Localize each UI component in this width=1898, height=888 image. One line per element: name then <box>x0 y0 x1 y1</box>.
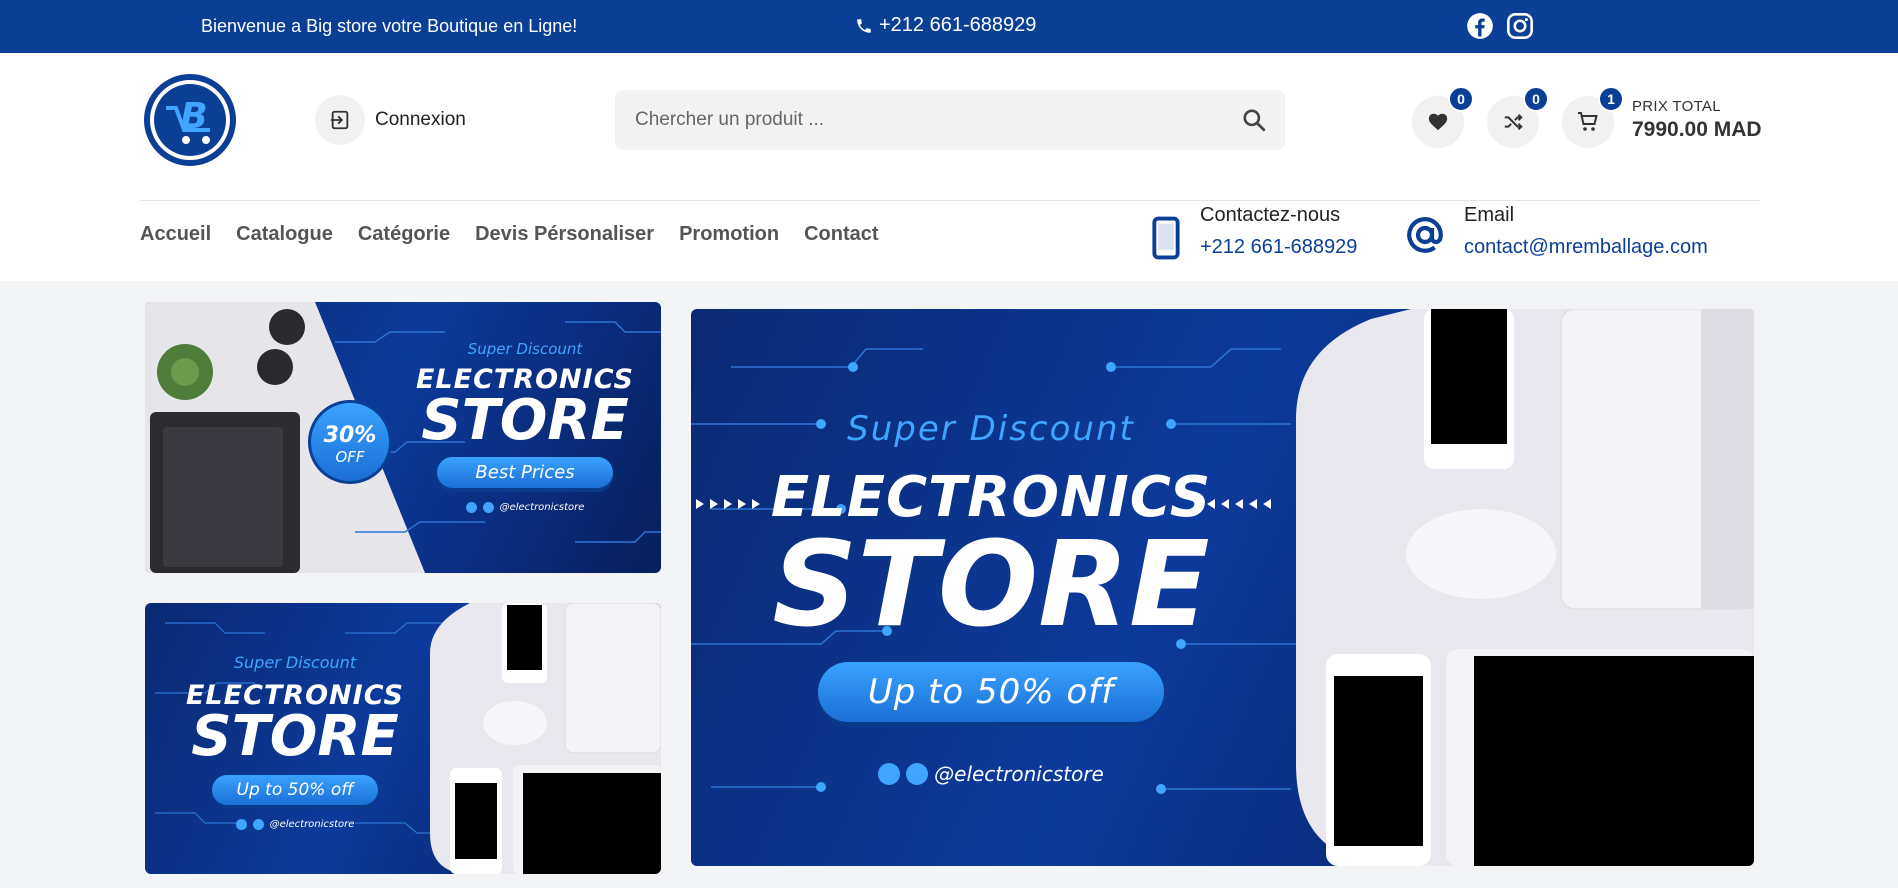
super-discount-label: Super Discount <box>233 653 357 672</box>
banner-main-text: Super Discount ELECTRONICS STORE Up to 5… <box>751 409 1231 786</box>
facebook-icon <box>235 819 247 830</box>
nav-item-catalogue[interactable]: Catalogue <box>236 223 333 246</box>
nav-item-contact[interactable]: Contact <box>804 223 878 246</box>
at-sign-icon <box>1407 217 1443 253</box>
store-heading: STORE <box>191 704 399 769</box>
top-bar: Bienvenue a Big store votre Boutique en … <box>0 0 1898 53</box>
store-logo[interactable]: B <box>144 74 236 166</box>
social-handle-row: @electronicstore <box>155 819 435 830</box>
store-heading: STORE <box>421 388 629 453</box>
discount-badge: 30% OFF <box>308 400 392 484</box>
search-icon[interactable] <box>1241 107 1267 133</box>
nav-item-promotion[interactable]: Promotion <box>679 223 779 246</box>
login-button[interactable]: Connexion <box>315 95 466 145</box>
wishlist-count-badge: 0 <box>1448 86 1474 112</box>
instagram-icon <box>906 763 929 785</box>
cart-icon <box>1578 112 1598 131</box>
facebook-icon <box>465 502 477 513</box>
discount-percent: 30% <box>323 423 377 448</box>
contact-phone-link[interactable]: +212 661-688929 <box>1200 236 1357 259</box>
facebook-icon[interactable] <box>1466 12 1494 40</box>
super-discount-label: Super Discount <box>847 409 1135 449</box>
search-bar <box>615 90 1285 150</box>
compare-count-badge: 0 <box>1523 86 1549 112</box>
top-phone-number: +212 661-688929 <box>879 14 1037 36</box>
heart-icon <box>1428 113 1448 131</box>
mobile-phone-icon <box>1152 216 1180 260</box>
contact-email-link[interactable]: contact@mremballage.com <box>1464 236 1708 259</box>
instagram-icon[interactable] <box>1506 12 1534 40</box>
social-handle: @electronicstore <box>499 502 585 513</box>
login-label: Connexion <box>375 109 466 130</box>
compare-button[interactable]: 0 <box>1487 86 1549 148</box>
login-icon <box>315 95 365 145</box>
discount-off: OFF <box>335 448 365 466</box>
nav-item-accueil[interactable]: Accueil <box>140 223 211 246</box>
site-header: B Connexion 0 0 1 PRIX TOTAL 7990.00 MAD… <box>0 53 1898 281</box>
main-nav: Accueil Catalogue Catégorie Devis Pérson… <box>140 223 879 246</box>
super-discount-label: Super Discount <box>467 340 583 358</box>
promo-banner-left-bottom[interactable]: Super Discount ELECTRONICS STORE Up to 5… <box>145 603 661 874</box>
up-to-50-button[interactable]: Up to 50% off <box>211 775 379 805</box>
contact-email-title: Email <box>1464 204 1515 226</box>
banner-left-top-text: Super Discount ELECTRONICS STORE Best Pr… <box>405 340 645 513</box>
cart-total: PRIX TOTAL 7990.00 MAD <box>1632 98 1762 142</box>
cart-total-value: 7990.00 MAD <box>1632 118 1762 141</box>
facebook-icon <box>878 763 901 785</box>
social-handle-row: @electronicstore <box>405 502 645 513</box>
header-divider <box>140 200 1760 201</box>
contact-email-block: Email contact@mremballage.com <box>1404 204 1708 259</box>
contact-phone-block: Contactez-nous +212 661-688929 <box>1150 204 1357 260</box>
social-handle-row: @electronicstore <box>751 762 1231 786</box>
instagram-icon <box>252 819 264 830</box>
banner-left-bottom-text: Super Discount ELECTRONICS STORE Up to 5… <box>155 653 435 830</box>
promo-banner-left-top[interactable]: 30% OFF Super Discount ELECTRONICS STORE… <box>145 302 661 573</box>
promo-banner-main[interactable]: Super Discount ELECTRONICS STORE Up to 5… <box>691 309 1754 866</box>
nav-item-devis[interactable]: Devis Pérsonaliser <box>475 223 654 246</box>
social-handle: @electronicstore <box>934 762 1104 786</box>
phone-icon <box>857 18 871 33</box>
instagram-icon <box>482 502 494 513</box>
cart-button[interactable]: 1 <box>1562 86 1624 148</box>
best-prices-button[interactable]: Best Prices <box>437 457 613 488</box>
contact-phone-title: Contactez-nous <box>1200 204 1341 226</box>
social-handle: @electronicstore <box>269 819 355 830</box>
shuffle-icon <box>1504 113 1523 131</box>
cart-count-badge: 1 <box>1598 86 1624 112</box>
svg-text:B: B <box>180 96 207 137</box>
store-heading: STORE <box>772 515 1210 653</box>
up-to-50-button[interactable]: Up to 50% off <box>817 662 1165 722</box>
top-phone[interactable]: +212 661-688929 <box>855 14 1036 37</box>
cart-total-label: PRIX TOTAL <box>1632 98 1721 115</box>
nav-item-categorie[interactable]: Catégorie <box>358 223 450 246</box>
welcome-message: Bienvenue a Big store votre Boutique en … <box>201 16 578 36</box>
wishlist-button[interactable]: 0 <box>1412 86 1474 148</box>
social-links <box>1466 12 1534 40</box>
search-input[interactable] <box>635 90 1215 150</box>
